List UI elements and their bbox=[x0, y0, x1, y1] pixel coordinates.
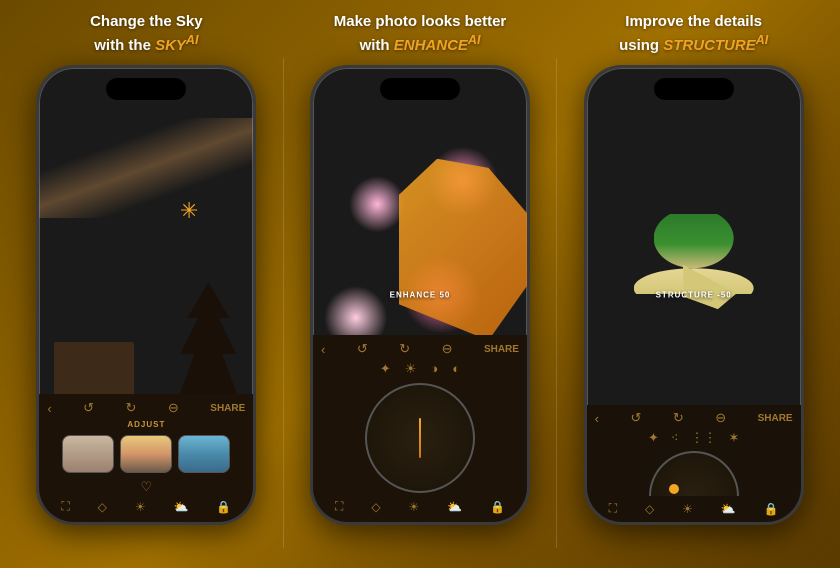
magic-icon[interactable]: ◇ bbox=[98, 500, 107, 514]
panel-sky: Change the Sky with the SKYAI ✳ ‹ ↺ ↻ ⊖ … bbox=[10, 12, 283, 568]
sky-thumb-1[interactable] bbox=[62, 435, 114, 473]
enhance-phone-bottom: ‹ ↺ ↻ ⊖ SHARE ✦ ☀ ◑ ◐ ⛶ bbox=[313, 335, 527, 522]
mini-dial-dot bbox=[669, 484, 679, 494]
back-icon[interactable]: ‹ bbox=[47, 401, 51, 416]
redo-icon-2[interactable]: ↻ bbox=[399, 341, 410, 357]
dynamic-island-1 bbox=[106, 78, 186, 100]
enhance-highlight: ENHANCEAI bbox=[394, 37, 481, 54]
share-button[interactable]: SHARE bbox=[210, 403, 245, 414]
island-aerial bbox=[634, 204, 754, 294]
sun-star-icon: ✳ bbox=[180, 198, 198, 224]
enhance-title: Make photo looks better with ENHANCEAI bbox=[334, 12, 507, 55]
tree-silhouette bbox=[173, 282, 243, 402]
sky-toolbar: ‹ ↺ ↻ ⊖ SHARE bbox=[47, 400, 245, 416]
share-button-2[interactable]: SHARE bbox=[484, 344, 519, 355]
crop-icon[interactable]: ⛶ bbox=[61, 499, 69, 514]
undo-icon[interactable]: ↺ bbox=[83, 400, 94, 416]
panel-structure: Improve the details using STRUCTUREAI ST… bbox=[557, 12, 830, 568]
contrast-icon[interactable]: ◐ bbox=[452, 361, 460, 377]
enhance-dial[interactable] bbox=[365, 383, 475, 493]
share-button-3[interactable]: SHARE bbox=[758, 413, 793, 424]
sparkle-icon-2[interactable]: ✦ bbox=[648, 430, 659, 446]
main-container: Change the Sky with the SKYAI ✳ ‹ ↺ ↻ ⊖ … bbox=[0, 0, 840, 568]
crop-icon-3[interactable]: ⛶ bbox=[609, 501, 617, 516]
sparkle-icon[interactable]: ✦ bbox=[380, 361, 391, 377]
brightness-icon-3[interactable]: ☀ bbox=[682, 502, 693, 516]
structure-badge: STRUCTURE -50 bbox=[656, 291, 732, 300]
compare-icon-2[interactable]: ⊖ bbox=[442, 341, 453, 357]
crop-icon-2[interactable]: ⛶ bbox=[335, 499, 343, 514]
undo-icon-3[interactable]: ↺ bbox=[630, 410, 641, 426]
sky-highlight: SKYAI bbox=[155, 37, 198, 54]
enhance-badge: ENHANCE 50 bbox=[390, 291, 451, 300]
island-land bbox=[654, 214, 734, 274]
phone-enhance: ENHANCE 50 ‹ ↺ ↻ ⊖ SHARE ✦ ☀ ◑ ◐ bbox=[310, 65, 530, 525]
sky-phone-bottom: ‹ ↺ ↻ ⊖ SHARE ADJUST ♡ ⛶ ◇ ☀ ⛅ bbox=[39, 394, 253, 522]
dynamic-island-3 bbox=[654, 78, 734, 100]
enhance-toolbar: ‹ ↺ ↻ ⊖ SHARE bbox=[321, 341, 519, 357]
structure-icons-row: ✦ ⁖ ⋮⋮ ✶ bbox=[595, 430, 793, 446]
phone-sky: ✳ ‹ ↺ ↻ ⊖ SHARE ADJUST ♡ ⛶ bbox=[36, 65, 256, 525]
sky-thumb-3[interactable] bbox=[178, 435, 230, 473]
sky-streaks bbox=[39, 118, 253, 218]
structure-phone-bottom: ‹ ↺ ↻ ⊖ SHARE ✦ ⁖ ⋮⋮ ✶ bbox=[587, 405, 801, 522]
tune-icon-3[interactable]: ⛅ bbox=[721, 502, 736, 516]
lock-icon[interactable]: 🔒 bbox=[216, 500, 231, 514]
texture-icon[interactable]: ⋮⋮ bbox=[690, 430, 716, 446]
compare-icon-3[interactable]: ⊖ bbox=[715, 410, 726, 426]
brightness-icon[interactable]: ☀ bbox=[135, 500, 146, 514]
back-icon-2[interactable]: ‹ bbox=[321, 342, 325, 357]
brightness-icon-2[interactable]: ☀ bbox=[408, 500, 419, 514]
building-silhouette bbox=[54, 342, 134, 402]
structure-title: Improve the details using STRUCTUREAI bbox=[619, 12, 768, 55]
structure-highlight: STRUCTUREAI bbox=[663, 37, 768, 54]
sky-thumb-2[interactable] bbox=[120, 435, 172, 473]
sky-title: Change the Sky with the SKYAI bbox=[90, 12, 203, 55]
tune-icon[interactable]: ⛅ bbox=[174, 500, 189, 514]
tune-icon-2[interactable]: ⛅ bbox=[447, 500, 462, 514]
structure-mini-dial[interactable] bbox=[649, 451, 739, 496]
moon-icon[interactable]: ◑ bbox=[430, 361, 438, 377]
enhance-icons-row: ✦ ☀ ◑ ◐ bbox=[321, 361, 519, 377]
lock-icon-2[interactable]: 🔒 bbox=[490, 500, 505, 514]
dynamic-island-2 bbox=[380, 78, 460, 100]
magic-icon-3[interactable]: ◇ bbox=[645, 502, 654, 516]
redo-icon[interactable]: ↻ bbox=[126, 400, 137, 416]
phone-structure: STRUCTURE -50 ‹ ↺ ↻ ⊖ SHARE ✦ ⁖ ⋮⋮ ✶ bbox=[584, 65, 804, 525]
panel-enhance: Make photo looks better with ENHANCEAI E… bbox=[284, 12, 557, 568]
structure-footer-icons: ⛶ ◇ ☀ ⛅ 🔒 bbox=[595, 501, 793, 516]
heart-icon[interactable]: ♡ bbox=[47, 479, 245, 495]
dial-tick-marks bbox=[371, 389, 469, 487]
sky-footer-icons: ⛶ ◇ ☀ ⛅ 🔒 bbox=[47, 499, 245, 514]
compare-icon[interactable]: ⊖ bbox=[168, 400, 179, 416]
back-icon-3[interactable]: ‹ bbox=[595, 411, 599, 426]
redo-icon-3[interactable]: ↻ bbox=[673, 410, 684, 426]
sun-icon[interactable]: ☀ bbox=[405, 361, 417, 377]
undo-icon-2[interactable]: ↺ bbox=[357, 341, 368, 357]
structure-toolbar: ‹ ↺ ↻ ⊖ SHARE bbox=[595, 410, 793, 426]
person-icon[interactable]: ✶ bbox=[728, 430, 739, 446]
lock-icon-3[interactable]: 🔒 bbox=[764, 502, 779, 516]
adjust-label: ADJUST bbox=[47, 420, 245, 429]
sky-thumbnails bbox=[47, 435, 245, 473]
magic-icon-2[interactable]: ◇ bbox=[371, 500, 380, 514]
enhance-footer-icons: ⛶ ◇ ☀ ⛅ 🔒 bbox=[321, 499, 519, 514]
grain-icon[interactable]: ⁖ bbox=[671, 430, 679, 446]
